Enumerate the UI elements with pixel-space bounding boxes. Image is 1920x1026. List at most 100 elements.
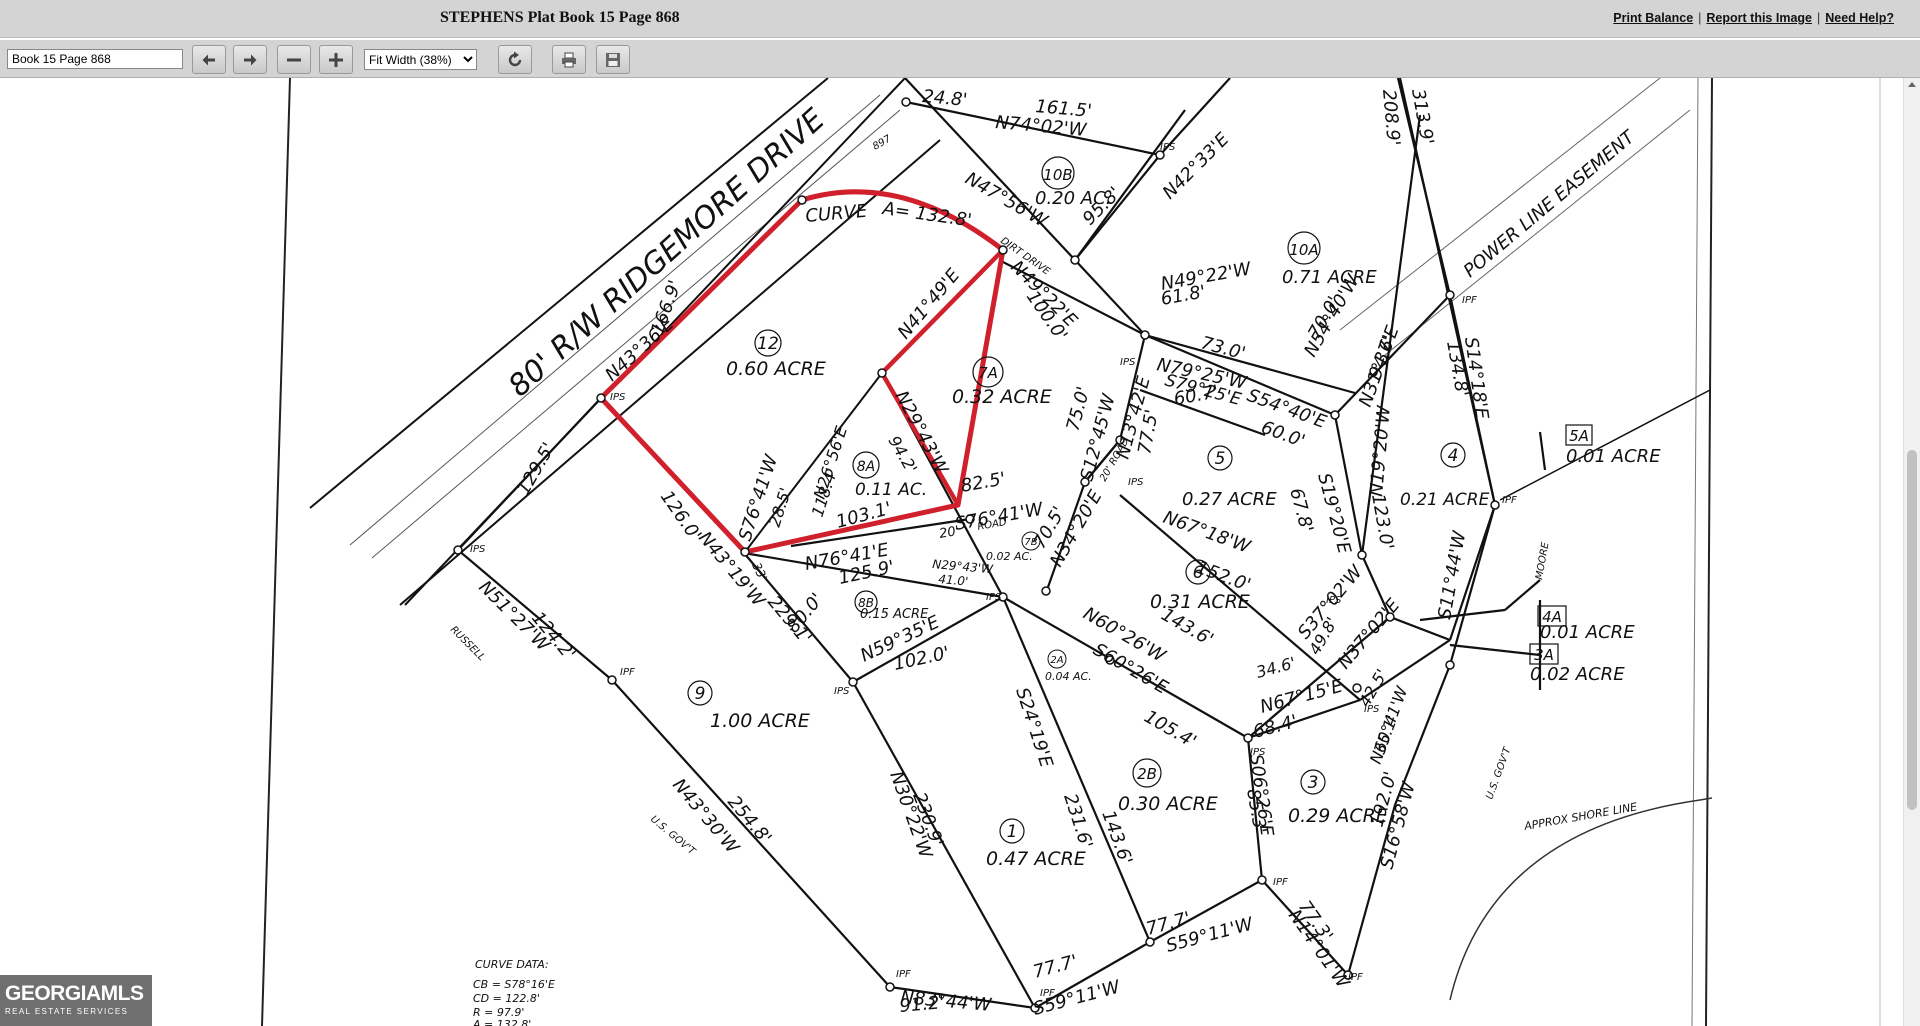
print-button[interactable] — [552, 45, 586, 74]
need-help-link[interactable]: Need Help? — [1825, 11, 1894, 25]
curve-data-heading: CURVE DATA: — [475, 958, 549, 971]
pin-label: IPF — [1462, 295, 1477, 306]
page-input[interactable] — [7, 49, 183, 69]
pin-label: IPF — [620, 667, 635, 678]
rotate-button[interactable] — [498, 45, 532, 74]
bearing-label: N19°20'W — [1366, 404, 1395, 498]
neighbor-label: MOORE — [1534, 541, 1551, 581]
lot-number: 4 — [1448, 446, 1459, 466]
pin-label: IPS — [986, 592, 1002, 603]
easement-label: POWER LINE EASEMENT — [1460, 126, 1641, 282]
pin-label: IPS — [610, 392, 626, 403]
pin-label: IPS — [1120, 357, 1136, 368]
curve-data-cb: CB = S78°16'E — [473, 978, 555, 991]
lot-number: 9 — [695, 684, 706, 704]
ref-label: 897 — [871, 133, 894, 152]
bearing-label: N37°02'E — [1334, 594, 1405, 673]
lot-number: 1 — [1007, 822, 1018, 842]
dimension-label: 208.9' — [1378, 89, 1404, 147]
shore-label: APPROX SHORE LINE — [1522, 800, 1638, 833]
pin-label: IPF — [1348, 972, 1363, 983]
scroll-thumb[interactable] — [1907, 450, 1917, 810]
scroll-up-arrow-icon[interactable] — [1908, 82, 1916, 87]
pin-label: IPF — [1040, 988, 1055, 999]
curve-data-a: A = 132.8' — [472, 1018, 531, 1026]
dimension-label: 129.5' — [513, 439, 559, 498]
next-page-button[interactable] — [233, 45, 267, 74]
dimension-label: 67.8' — [1285, 486, 1317, 535]
arrow-right-icon — [244, 54, 257, 65]
zoom-in-button[interactable] — [319, 45, 353, 74]
neighbor-label: RUSSELL — [448, 624, 487, 663]
logo-sub-text: REAL ESTATE SERVICES — [5, 1007, 129, 1016]
bearing-labels: N43°36'E CURVE A= 132.8' N41°49'E N29°43… — [474, 112, 1492, 1020]
lot-area: 0.60 ACRE — [726, 358, 826, 380]
bearing-label: N31°37'E — [1355, 322, 1404, 409]
pin-label: IPS — [1160, 142, 1176, 153]
bearing-label: N49°22'W — [1159, 258, 1253, 295]
bearing-label: N26°56'E — [810, 423, 852, 501]
lot-area: 0.27 ACRE — [1182, 489, 1277, 510]
lot-area: 0.01 ACRE — [1540, 622, 1635, 643]
lot-area: 0.71 ACRE — [1282, 267, 1377, 288]
bearing-label: S24°19'E — [1011, 685, 1057, 771]
dimension-label: 34.6' — [1254, 653, 1298, 682]
link-separator: | — [1698, 11, 1702, 25]
arrow-left-icon — [202, 54, 215, 65]
pin-label: IPS — [470, 544, 486, 555]
plat-drawing: 12 0.60 ACRE 7A 0.32 ACRE 8A 0.11 AC. 10… — [261, 78, 1881, 1026]
lot-area: 0.02 AC. — [986, 550, 1033, 563]
zoom-select[interactable]: Fit Width (38%) — [364, 49, 477, 70]
print-balance-link[interactable]: Print Balance — [1613, 11, 1693, 25]
lot-number: 3 — [1308, 773, 1319, 793]
lot-number: 8A — [857, 459, 875, 475]
zoom-out-button[interactable] — [277, 45, 311, 74]
viewer-toolbar: Fit Width (38%) — [0, 40, 1920, 78]
pin-label: IPF — [1273, 877, 1288, 888]
lot-area: 0.47 ACRE — [986, 848, 1086, 870]
bearing-label: CURVE — [805, 201, 869, 227]
dimension-label: 24.8' — [922, 86, 969, 111]
dimension-label: 68.4' — [1251, 711, 1300, 743]
bearing-label: S76°41'W — [953, 499, 1045, 535]
lot-number: 12 — [757, 334, 779, 354]
previous-page-button[interactable] — [192, 45, 226, 74]
dimension-label: 105.4' — [1141, 706, 1200, 752]
lot-area: 0.02 ACRE — [1530, 664, 1625, 685]
curve-data-cd: CD = 122.8' — [473, 992, 540, 1005]
lot-area: 0.21 ACRE — [1400, 490, 1490, 510]
plus-icon — [329, 52, 343, 67]
minus-icon — [287, 58, 301, 61]
neighbor-label: U.S. GOV'T — [648, 814, 698, 858]
lot-number: 2B — [1137, 765, 1157, 783]
pin-label: IPS — [1128, 477, 1144, 488]
lot-area: 0.32 ACRE — [952, 386, 1052, 408]
lot-number: 5A — [1569, 427, 1589, 445]
report-image-link[interactable]: Report this Image — [1706, 11, 1812, 25]
bearing-label: N42°33'E — [1159, 128, 1234, 203]
lot-area: 0.30 ACRE — [1118, 793, 1218, 815]
bearing-label: S11°44'W — [1434, 528, 1470, 620]
pin-label: IPF — [896, 969, 911, 980]
document-title: STEPHENS Plat Book 15 Page 868 — [440, 9, 680, 26]
pin-label: IPS — [1364, 704, 1380, 715]
save-button[interactable] — [596, 45, 630, 74]
link-separator: | — [1816, 11, 1821, 25]
dimension-label: 123.0' — [1367, 492, 1397, 551]
bearing-label: N67°15'E — [1258, 675, 1346, 717]
curve-data: CURVE DATA: CB = S78°16'E CD = 122.8' R … — [472, 958, 555, 1026]
pin-label: IPS — [834, 686, 850, 697]
lot-number: 7A — [978, 364, 998, 382]
lot-number: 2A — [1050, 655, 1063, 666]
neighbor-label: U.S. GOV'T — [1484, 745, 1513, 801]
vertical-scrollbar[interactable] — [1903, 78, 1920, 1026]
georgia-mls-logo: GEORGIAMLS REAL ESTATE SERVICES — [0, 975, 152, 1026]
floppy-disk-icon — [606, 52, 620, 67]
title-bar: STEPHENS Plat Book 15 Page 868 Print Bal… — [0, 0, 1920, 38]
rotate-icon — [508, 51, 522, 66]
dimension-label: 41.0' — [938, 572, 969, 589]
dimension-label: 77.7' — [1031, 951, 1080, 983]
logo-main-text: GEORGIAMLS — [5, 982, 144, 1005]
bearing-label: N41°49'E — [894, 264, 965, 343]
image-viewport[interactable]: 12 0.60 ACRE 7A 0.32 ACRE 8A 0.11 AC. 10… — [0, 78, 1920, 1026]
